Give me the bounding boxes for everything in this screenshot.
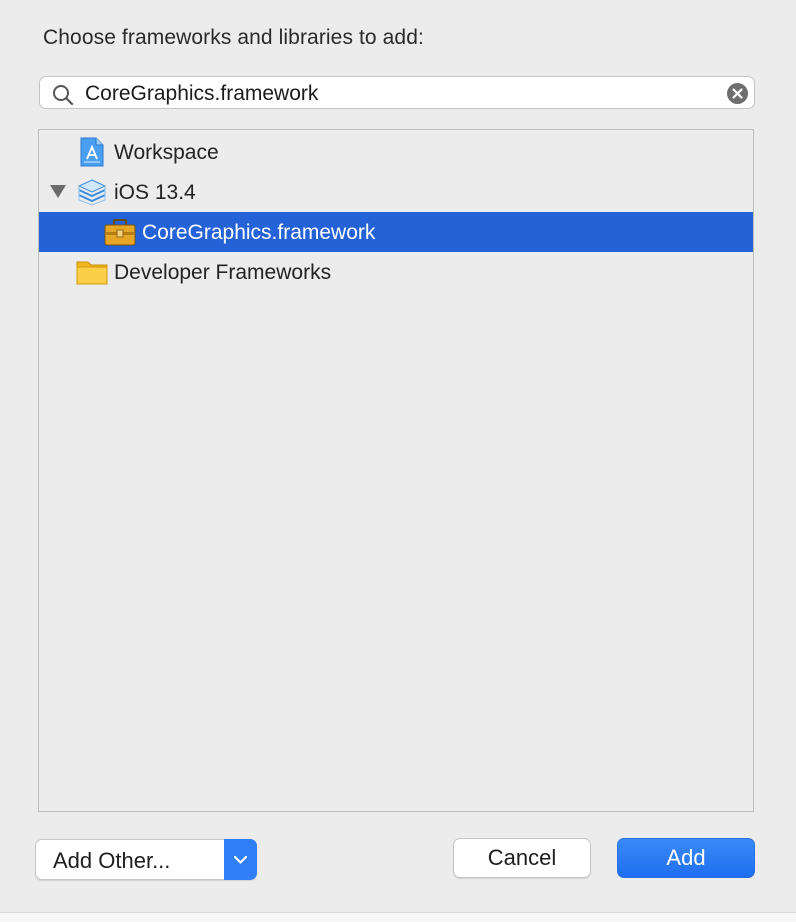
search-icon bbox=[52, 84, 74, 106]
disclosure-triangle-icon[interactable] bbox=[50, 185, 66, 203]
folder-icon bbox=[76, 259, 108, 290]
tree-label: CoreGraphics.framework bbox=[142, 221, 376, 244]
tree-row-ios[interactable]: iOS 13.4 bbox=[39, 172, 753, 212]
search-field[interactable]: CoreGraphics.framework bbox=[39, 76, 755, 109]
tree-label: Workspace bbox=[114, 141, 219, 164]
dialog-title: Choose frameworks and libraries to add: bbox=[43, 26, 424, 49]
tree-row-developer-frameworks[interactable]: Developer Frameworks bbox=[39, 252, 753, 292]
add-other-label: Add Other... bbox=[53, 848, 171, 873]
framework-tree[interactable]: Workspace iOS 13.4 CoreGraphics.framewor… bbox=[38, 129, 754, 812]
tree-label: Developer Frameworks bbox=[114, 261, 332, 284]
sdk-icon bbox=[77, 178, 107, 211]
toolbox-icon bbox=[104, 218, 136, 251]
search-input[interactable]: CoreGraphics.framework bbox=[85, 82, 318, 106]
workspace-icon bbox=[79, 137, 105, 172]
tree-label: iOS 13.4 bbox=[114, 181, 196, 204]
add-other-dropdown[interactable] bbox=[224, 839, 257, 880]
cancel-button[interactable]: Cancel bbox=[453, 838, 591, 878]
add-button[interactable]: Add bbox=[617, 838, 755, 878]
tree-row-coregraphics[interactable]: CoreGraphics.framework bbox=[39, 212, 753, 252]
add-other-button[interactable]: Add Other... bbox=[35, 839, 257, 880]
clear-search-icon[interactable] bbox=[727, 83, 748, 104]
tree-row-workspace[interactable]: Workspace bbox=[39, 132, 753, 172]
